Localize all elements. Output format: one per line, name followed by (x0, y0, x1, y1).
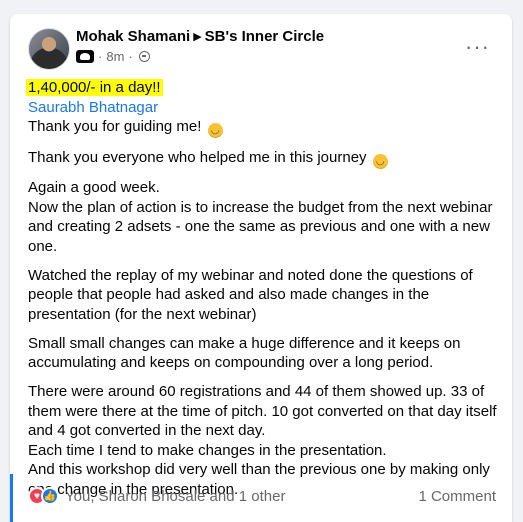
post-card: Mohak Shamani ▶ SB's Inner Circle · 8m · ·… (10, 14, 512, 522)
each-time-text: Each time I tend to make changes in the … (28, 441, 387, 459)
week-text: Again a good week. (28, 179, 160, 196)
thanks-guide-text: Thank you for guiding me! (28, 118, 202, 135)
thanks-everyone-text: Thank you everyone who helped me in this… (28, 148, 367, 166)
smile-emoji-icon-2: ◡ (372, 153, 388, 169)
group-badge-icon (76, 50, 94, 63)
post-timestamp[interactable]: 8m (106, 49, 124, 64)
focus-accent-bar (10, 474, 13, 522)
stats-text: There were around 60 registrations and 4… (28, 383, 497, 439)
like-reaction-icon: 👍 (41, 487, 59, 505)
post-footer: ♥ 👍 You, Sharon Bhosale and 1 other 1 Co… (28, 482, 496, 510)
mention-link[interactable]: Saurabh Bhatnagar (28, 99, 158, 116)
post-body: 1,40,000/- in a day!! Saurabh Bhatnagar … (26, 78, 498, 509)
meta-separator: · (98, 49, 103, 64)
group-name[interactable]: SB's Inner Circle (205, 28, 324, 45)
globe-icon (138, 51, 150, 62)
author-avatar[interactable] (28, 28, 70, 70)
meta-separator-2: · (128, 49, 133, 64)
reactors-summary[interactable]: You, Sharon Bhosale and 1 other (65, 488, 285, 505)
arrow-icon: ▶ (193, 31, 202, 43)
post-meta: · 8m · (76, 49, 150, 64)
replay-text: Watched the replay of my webinar and not… (28, 266, 473, 323)
post-header: Mohak Shamani ▶ SB's Inner Circle · 8m · ·… (28, 28, 502, 72)
author-line: Mohak Shamani ▶ SB's Inner Circle (76, 28, 324, 45)
small-changes-text: Small small changes can make a huge diff… (28, 334, 461, 372)
author-name[interactable]: Mohak Shamani (76, 28, 190, 45)
more-icon[interactable]: ··· (465, 36, 490, 58)
plan-text: Now the plan of action is to increase th… (28, 198, 493, 255)
smile-emoji-icon: ◡ (207, 123, 223, 138)
comments-count[interactable]: 1 Comment (418, 488, 496, 505)
post-headline: 1,40,000/- in a day!! (26, 79, 163, 96)
